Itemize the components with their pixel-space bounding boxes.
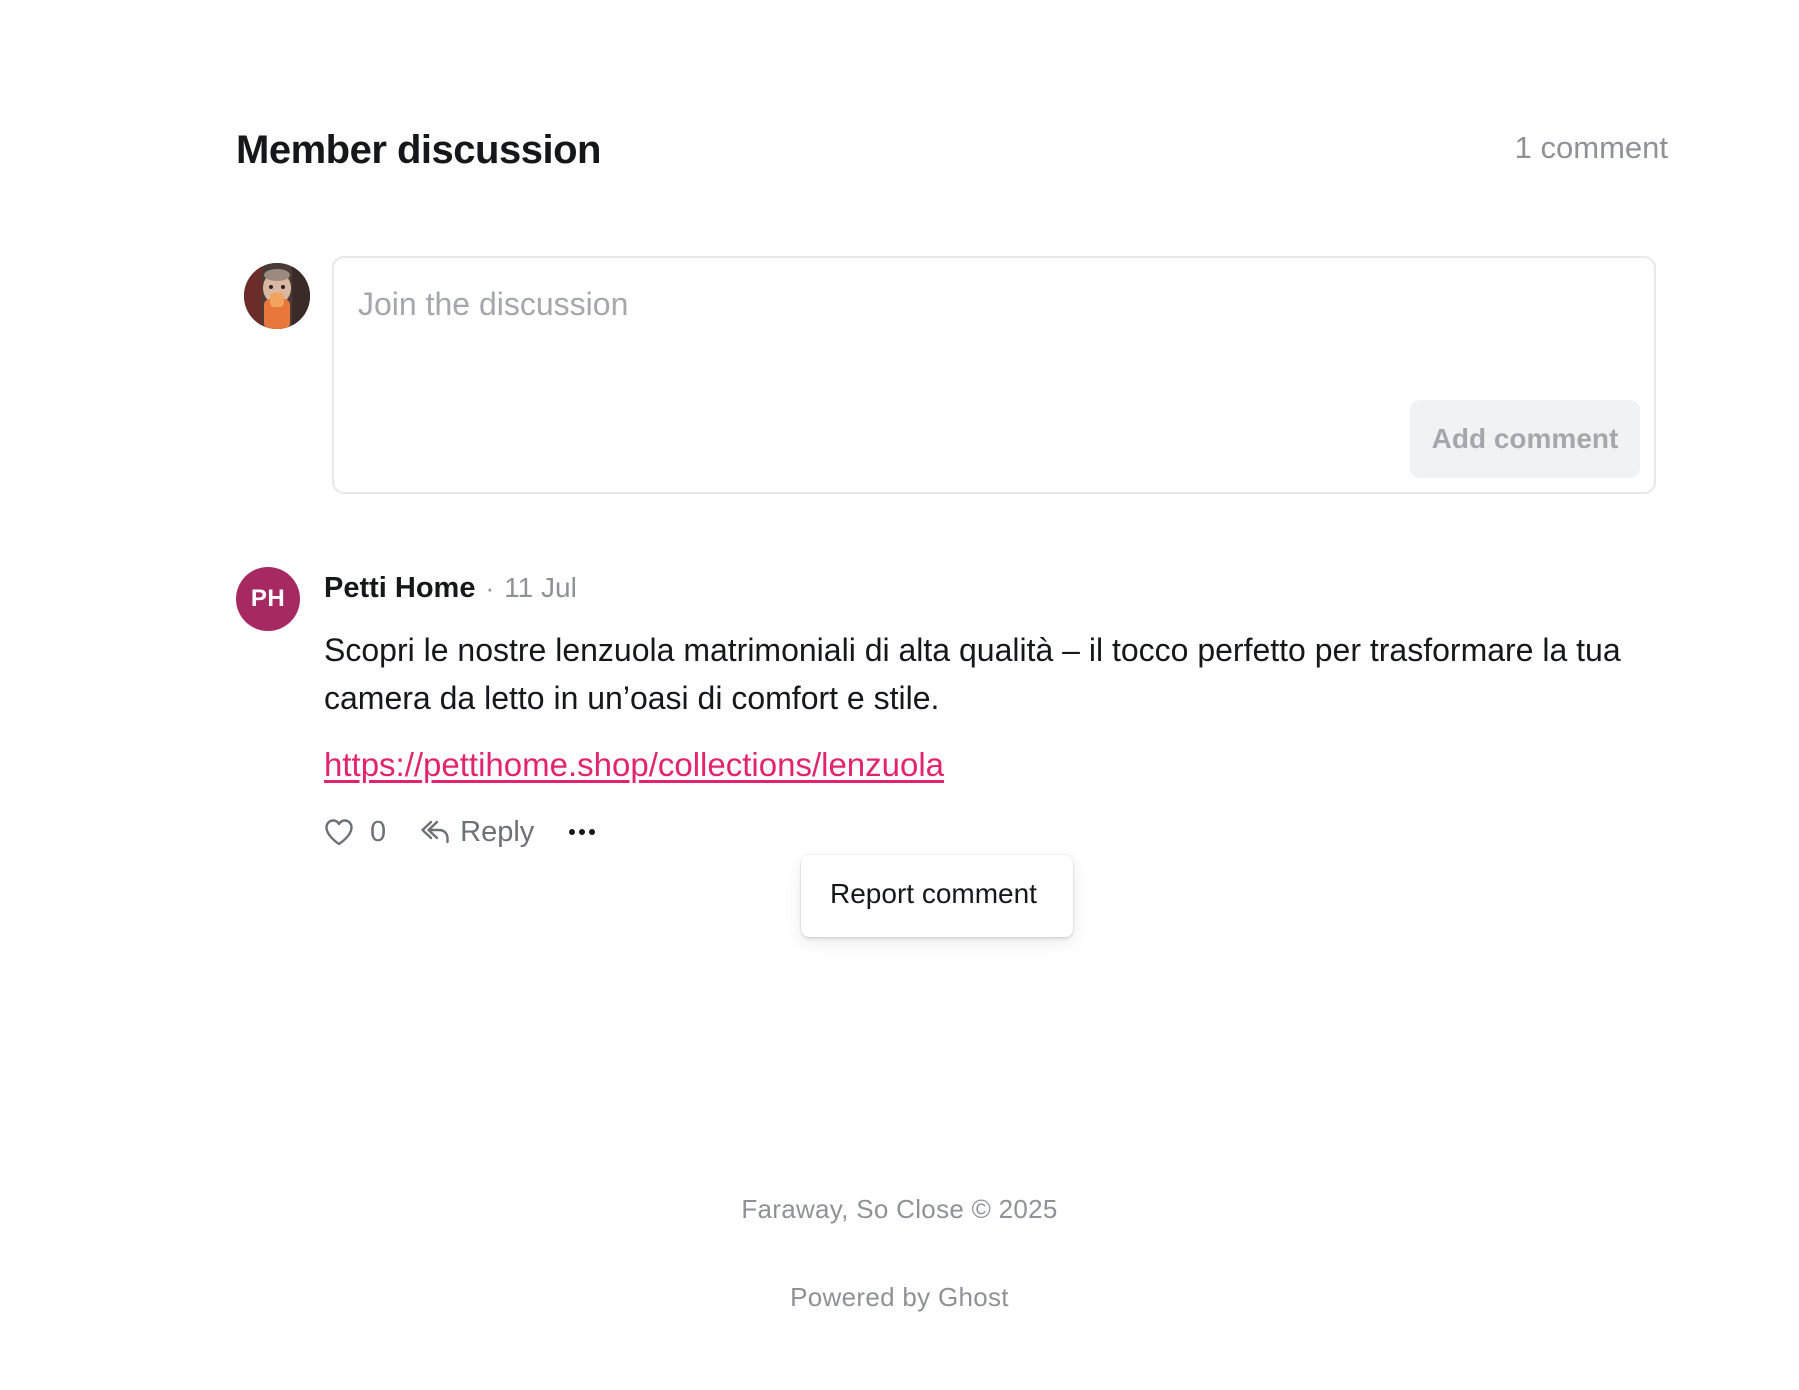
more-options-button[interactable] (568, 817, 596, 847)
like-count: 0 (370, 815, 387, 848)
discussion-header: Member discussion 1 comment (236, 118, 1668, 182)
more-dots-icon (569, 829, 596, 835)
user-photo-avatar-icon (244, 263, 310, 329)
comment-composer: Add comment (332, 256, 1656, 494)
comment-input[interactable] (358, 280, 1418, 328)
comment-author-avatar: PH (236, 567, 300, 631)
discussion-title: Member discussion (236, 128, 601, 172)
member-discussion-section: Member discussion 1 comment Add comment … (236, 0, 1668, 1000)
reply-button[interactable]: Reply (420, 816, 534, 849)
heart-icon (325, 819, 353, 846)
comment-author-name: Petti Home (324, 572, 476, 604)
powered-by-ghost-link[interactable]: Powered by Ghost (0, 1282, 1799, 1313)
footer-copyright: Faraway, So Close © 2025 (741, 1194, 1058, 1224)
reply-arrow-icon (421, 820, 449, 844)
add-comment-button[interactable]: Add comment (1410, 400, 1640, 478)
comment-date: 11 Jul (504, 572, 577, 603)
meta-separator: · (485, 573, 495, 603)
like-button[interactable]: 0 (324, 816, 386, 849)
comment-actions: 0 Reply (324, 812, 596, 852)
comment-link[interactable]: https://pettihome.shop/collections/lenzu… (324, 746, 944, 784)
comment-options-menu: Report comment (801, 855, 1073, 937)
comment-body: Scopri le nostre lenzuola matrimoniali d… (324, 632, 1621, 716)
current-user-avatar (244, 263, 310, 329)
comment-meta: Petti Home · 11 Jul (324, 572, 577, 612)
report-comment-menu-item[interactable]: Report comment (830, 878, 1037, 910)
comment-count: 1 comment (1514, 130, 1668, 165)
reply-label: Reply (460, 815, 535, 848)
